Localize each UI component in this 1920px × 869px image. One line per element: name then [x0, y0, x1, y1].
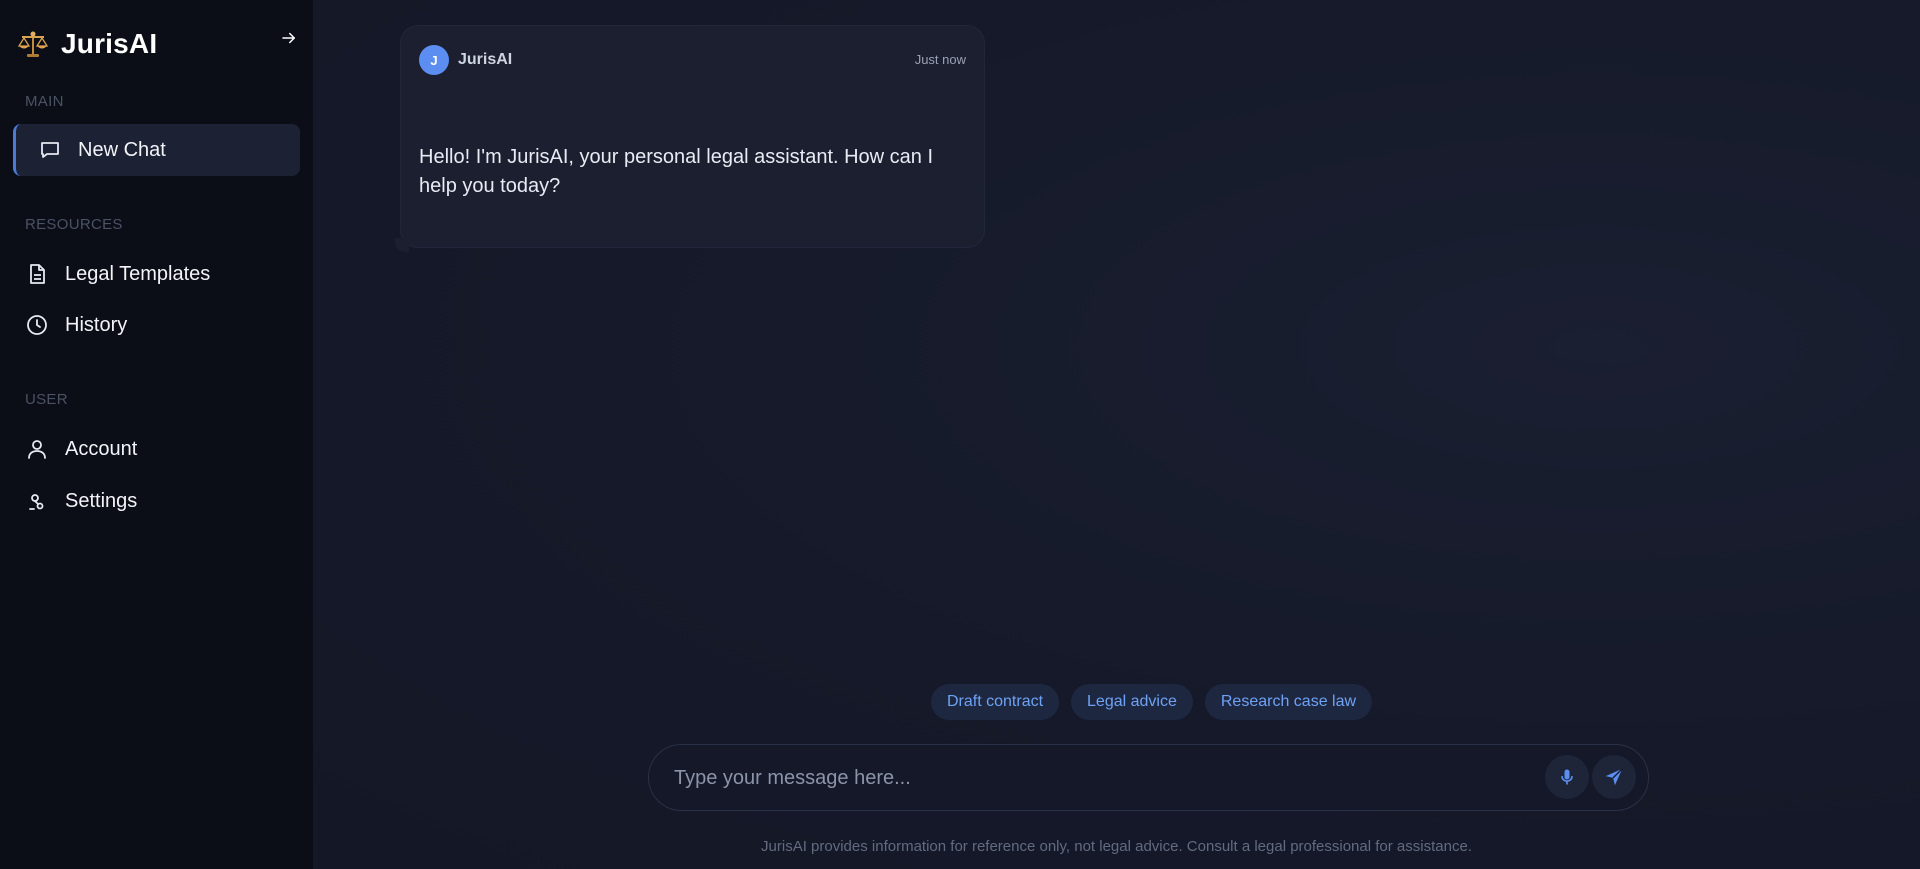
sidebar-item-legal-templates[interactable]: Legal Templates [25, 262, 210, 286]
balance-scale-icon [17, 31, 49, 57]
message-input[interactable] [674, 763, 1504, 793]
sidebar-item-history[interactable]: History [25, 313, 127, 337]
section-label-user: USER [25, 391, 68, 408]
message-timestamp: Just now [914, 52, 966, 67]
brand-name: JurisAI [61, 28, 158, 59]
message-tail [395, 238, 409, 252]
sidebar-item-label: Settings [65, 489, 138, 512]
microphone-button[interactable] [1545, 755, 1589, 799]
section-label-resources: RESOURCES [25, 216, 123, 233]
chat-bubble-icon [41, 142, 59, 158]
document-icon [30, 264, 45, 284]
sidebar-item-new-chat[interactable]: New Chat [13, 124, 300, 176]
user-icon [28, 440, 46, 459]
settings-icon [29, 494, 44, 510]
message-text: Hello! I'm JurisAI, your personal legal … [419, 146, 934, 197]
message-header: J JurisAI [419, 45, 512, 75]
chat-area: J JurisAI Just now Hello! I'm JurisAI, y… [313, 0, 1920, 869]
collapse-sidebar-button[interactable] [277, 26, 301, 50]
sidebar: JurisAI MAIN New Chat RESOURCES Legal Te… [0, 0, 313, 869]
arrow-right-icon [282, 32, 295, 44]
brand: JurisAI [17, 28, 157, 60]
suggestion-chip-legal-advice[interactable]: Legal advice [1071, 684, 1193, 720]
message-composer [648, 744, 1649, 811]
app-window: JurisAI MAIN New Chat RESOURCES Legal Te… [0, 0, 1920, 869]
sidebar-item-label: New Chat [78, 138, 166, 161]
sidebar-item-label: History [65, 313, 128, 336]
sidebar-item-label: Legal Templates [65, 262, 211, 285]
suggestion-chip-research-case-law[interactable]: Research case law [1204, 684, 1373, 720]
send-icon [1605, 768, 1623, 786]
avatar: J [419, 45, 449, 75]
suggestion-chip-draft-contract[interactable]: Draft contract [931, 684, 1060, 720]
send-button[interactable] [1592, 755, 1636, 799]
assistant-message: J JurisAI Just now Hello! I'm JurisAI, y… [400, 25, 985, 248]
disclaimer-text: JurisAI provides information for referen… [761, 838, 1472, 855]
sidebar-item-account[interactable]: Account [25, 437, 137, 461]
sidebar-item-label: Account [65, 437, 138, 460]
sidebar-item-settings[interactable]: Settings [25, 489, 137, 513]
message-sender: JurisAI [458, 51, 513, 68]
suggestion-chips: Draft contract Legal advice Research cas… [931, 684, 1373, 720]
section-label-main: MAIN [25, 93, 64, 110]
clock-icon [27, 315, 47, 335]
microphone-icon [1561, 769, 1573, 785]
